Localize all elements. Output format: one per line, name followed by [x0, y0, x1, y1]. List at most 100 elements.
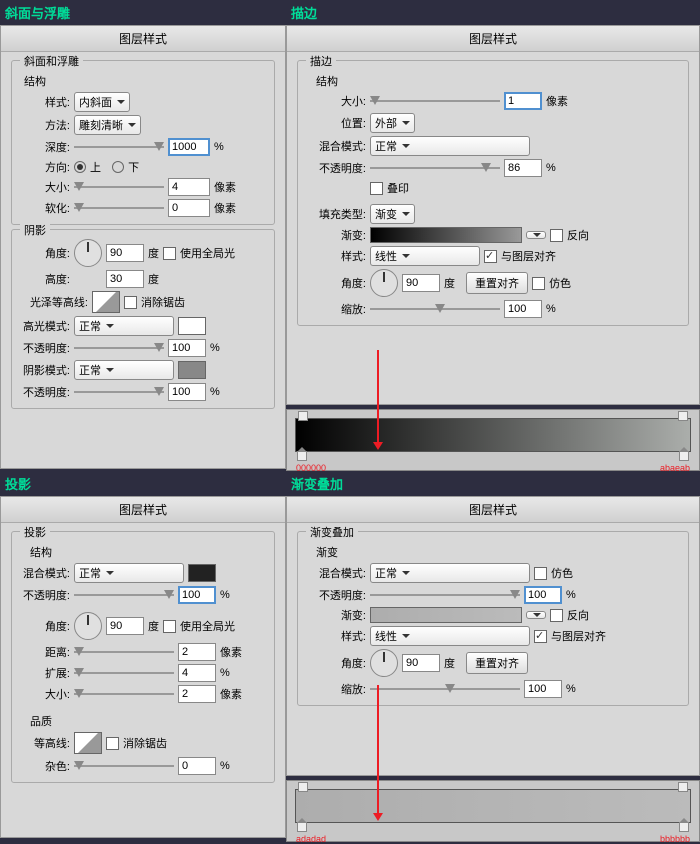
dist-input[interactable] — [178, 643, 216, 661]
sblend-select[interactable]: 正常 — [370, 136, 530, 156]
pos-select[interactable]: 外部 — [370, 113, 415, 133]
noise-slider[interactable] — [74, 760, 174, 772]
hmode-label: 高光模式: — [16, 318, 70, 334]
soften-input[interactable] — [168, 199, 210, 217]
noise-input[interactable] — [178, 757, 216, 775]
gblend-select[interactable]: 正常 — [370, 563, 530, 583]
reset-align-button[interactable]: 重置对齐 — [466, 272, 528, 294]
sop-label: 不透明度: — [16, 384, 70, 400]
greset-button[interactable]: 重置对齐 — [466, 652, 528, 674]
gscale-input[interactable] — [524, 680, 562, 698]
dist-slider[interactable] — [74, 646, 174, 658]
dither-checkbox[interactable] — [532, 277, 545, 290]
dir-label: 方向: — [16, 159, 70, 175]
gradient-dropdown[interactable] — [526, 231, 546, 239]
gstyle-select[interactable]: 线性 — [370, 626, 530, 646]
sopacity-slider[interactable] — [370, 162, 500, 174]
gradient-bar[interactable]: 000000 abaeab — [295, 418, 691, 452]
group-shade: 阴影 — [20, 222, 50, 238]
panel-header: 图层样式 — [287, 497, 699, 523]
sscale-input[interactable] — [504, 300, 542, 318]
gloss-label: 光泽等高线: — [16, 294, 88, 310]
depth-slider[interactable] — [74, 141, 164, 153]
ssize-slider[interactable] — [370, 95, 500, 107]
shadow-swatch[interactable] — [188, 564, 216, 582]
ssize-input[interactable] — [504, 92, 542, 110]
gloss-contour[interactable] — [92, 291, 120, 313]
gop-slider[interactable] — [370, 589, 520, 601]
hop-label: 不透明度: — [16, 340, 70, 356]
smode-label: 阴影模式: — [16, 362, 70, 378]
depth-input[interactable] — [168, 138, 210, 156]
ggradient-dropdown[interactable] — [526, 611, 546, 619]
dblend-select[interactable]: 正常 — [74, 563, 184, 583]
spread-label: 扩展: — [16, 665, 70, 681]
dblend-label: 混合模式: — [16, 565, 70, 581]
sstyle-select[interactable]: 线性 — [370, 246, 480, 266]
overprint-checkbox[interactable] — [370, 182, 383, 195]
angle-label: 角度: — [16, 245, 70, 261]
spread-input[interactable] — [178, 664, 216, 682]
style-select[interactable]: 内斜面 — [74, 92, 130, 112]
galign-checkbox[interactable] — [534, 630, 547, 643]
panel-header: 图层样式 — [1, 497, 285, 523]
gstyle-label: 样式: — [302, 628, 366, 644]
sop-input[interactable] — [168, 383, 206, 401]
dangle-dial[interactable] — [74, 612, 102, 640]
dop-input[interactable] — [178, 586, 216, 604]
reverse-checkbox[interactable] — [550, 229, 563, 242]
gop-input[interactable] — [524, 586, 562, 604]
highlight-color[interactable] — [178, 317, 206, 335]
antialias-checkbox[interactable] — [124, 296, 137, 309]
soften-slider[interactable] — [74, 202, 164, 214]
noise-label: 杂色: — [16, 758, 70, 774]
sangle-dial[interactable] — [370, 269, 398, 297]
fill-select[interactable]: 渐变 — [370, 204, 415, 224]
soften-label: 软化: — [16, 200, 70, 216]
greverse-checkbox[interactable] — [550, 609, 563, 622]
sgrad-label: 渐变: — [302, 227, 366, 243]
hmode-select[interactable]: 正常 — [74, 316, 174, 336]
gangle-input[interactable] — [402, 654, 440, 672]
align-checkbox[interactable] — [484, 250, 497, 263]
altitude-input[interactable] — [106, 270, 144, 288]
ggradient-picker[interactable] — [370, 607, 522, 623]
size-slider[interactable] — [74, 181, 164, 193]
shadow-color[interactable] — [178, 361, 206, 379]
smode-select[interactable]: 正常 — [74, 360, 174, 380]
angle-input[interactable] — [106, 244, 144, 262]
dsize-input[interactable] — [178, 685, 216, 703]
size-input[interactable] — [168, 178, 210, 196]
sopacity-input[interactable] — [504, 159, 542, 177]
dir-down-radio[interactable] — [112, 161, 124, 173]
contour-picker[interactable] — [74, 732, 102, 754]
angle-dial[interactable] — [74, 239, 102, 267]
gscale-slider[interactable] — [370, 683, 520, 695]
sangle-input[interactable] — [402, 274, 440, 292]
dir-up-radio[interactable] — [74, 161, 86, 173]
style-label: 样式: — [16, 94, 70, 110]
dantialias-checkbox[interactable] — [106, 737, 119, 750]
method-label: 方法: — [16, 117, 70, 133]
section-title-gradov: 渐变叠加 — [286, 471, 700, 496]
dop-slider[interactable] — [74, 589, 174, 601]
gradient-bar2[interactable]: adadad bbbbbb — [295, 789, 691, 823]
hop-slider[interactable] — [74, 342, 164, 354]
hop-input[interactable] — [168, 339, 206, 357]
sop-slider[interactable] — [74, 386, 164, 398]
dangle-label: 角度: — [16, 618, 70, 634]
gradient-picker[interactable] — [370, 227, 522, 243]
group-struct: 结构 — [30, 544, 270, 560]
sangle-label: 角度: — [302, 275, 366, 291]
dangle-input[interactable] — [106, 617, 144, 635]
dglobal-checkbox[interactable] — [163, 620, 176, 633]
sscale-slider[interactable] — [370, 303, 500, 315]
sop-label: 不透明度: — [302, 160, 366, 176]
spread-slider[interactable] — [74, 667, 174, 679]
group-shadow: 投影 — [20, 524, 50, 540]
gangle-dial[interactable] — [370, 649, 398, 677]
gdither-checkbox[interactable] — [534, 567, 547, 580]
global-light-checkbox[interactable] — [163, 247, 176, 260]
dsize-slider[interactable] — [74, 688, 174, 700]
method-select[interactable]: 雕刻清晰 — [74, 115, 141, 135]
